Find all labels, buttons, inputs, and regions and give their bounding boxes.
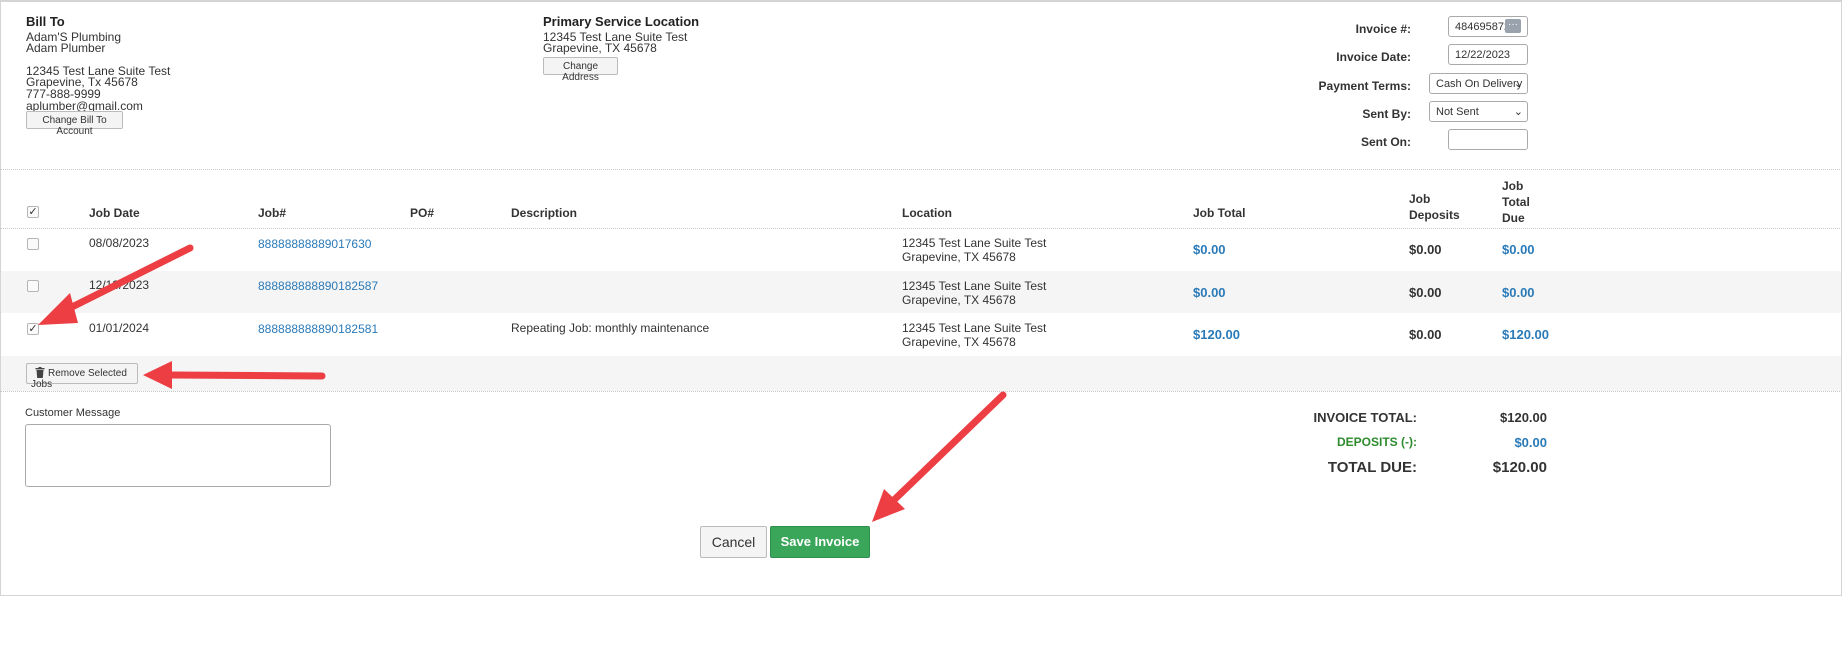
table-header-divider: [0, 228, 1842, 229]
col-job-deposits-line2: Deposits: [1409, 208, 1460, 222]
col-job-date: Job Date: [89, 206, 140, 220]
row-location-line2: Grapevine, TX 45678: [902, 250, 1016, 264]
customer-message-label: Customer Message: [25, 407, 121, 419]
change-bill-to-button[interactable]: Change Bill To Account: [26, 111, 123, 137]
row-checkbox[interactable]: [27, 238, 39, 250]
row-job-deposits: $0.00: [1409, 285, 1442, 300]
invoice-total-value: $120.00: [1500, 410, 1547, 425]
total-due-label: TOTAL DUE:: [1327, 459, 1417, 476]
sent-on-input[interactable]: [1448, 129, 1528, 150]
row-location-line2: Grapevine, TX 45678: [902, 335, 1016, 349]
row-job-total[interactable]: $120.00: [1193, 327, 1240, 342]
col-job-total-due: Job Total Due: [1502, 178, 1530, 226]
deposits-value[interactable]: $0.00: [1440, 435, 1547, 450]
deposits-label: DEPOSITS (-):: [1337, 435, 1417, 449]
col-description: Description: [511, 206, 578, 220]
row-location-line1: 12345 Test Lane Suite Test: [902, 236, 1047, 250]
customer-message-input[interactable]: [25, 424, 331, 487]
trash-icon: [35, 367, 45, 378]
row-job-link[interactable]: 88888888889017630: [258, 237, 371, 251]
section-divider: [0, 169, 1842, 170]
row-job-total[interactable]: $0.00: [1193, 242, 1226, 257]
table-footer-background: [1, 356, 1841, 391]
row-job-date: 12/13/2023: [89, 278, 150, 292]
total-due-value: $120.00: [1492, 459, 1547, 476]
sent-by-label: Sent By:: [1362, 107, 1411, 121]
row-job-deposits: $0.00: [1409, 327, 1442, 342]
row-location-line1: 12345 Test Lane Suite Test: [902, 279, 1047, 293]
row-job-total[interactable]: $0.00: [1193, 285, 1226, 300]
row-job-total-due[interactable]: $0.00: [1502, 285, 1535, 300]
col-location: Location: [902, 206, 952, 220]
col-job-deposits: Job Deposits: [1409, 191, 1460, 223]
row-checkbox[interactable]: ✓: [27, 323, 39, 335]
sent-by-value: Not Sent: [1436, 106, 1479, 118]
invoice-number-input[interactable]: 4846958725 ···: [1448, 16, 1528, 37]
change-address-button[interactable]: Change Address: [543, 57, 618, 83]
chevron-down-icon: ⌄: [1513, 78, 1523, 90]
row-job-date: 08/08/2023: [89, 236, 150, 250]
col-job-deposits-line1: Job: [1409, 192, 1431, 206]
row-checkbox[interactable]: [27, 280, 39, 292]
invoice-date-label: Invoice Date:: [1336, 50, 1411, 64]
row-description: Repeating Job: monthly maintenance: [511, 321, 710, 335]
more-icon[interactable]: ···: [1505, 19, 1521, 33]
service-location-address2: Grapevine, TX 45678: [543, 41, 657, 55]
payment-terms-label: Payment Terms:: [1318, 79, 1411, 93]
invoice-number-label: Invoice #:: [1355, 22, 1411, 36]
row-job-total-due[interactable]: $0.00: [1502, 242, 1535, 257]
invoice-total-label: INVOICE TOTAL:: [1313, 410, 1417, 425]
row-location-line1: 12345 Test Lane Suite Test: [902, 321, 1047, 335]
col-job-total: Job Total: [1193, 206, 1246, 220]
row-job-total-due[interactable]: $120.00: [1502, 327, 1549, 342]
cancel-button[interactable]: Cancel: [700, 526, 767, 558]
col-job-total-due-line2: Total: [1502, 195, 1530, 209]
payment-terms-value: Cash On Delivery: [1436, 78, 1523, 90]
table-bottom-divider: [0, 391, 1842, 392]
col-job-total-due-line1: Job: [1502, 179, 1524, 193]
save-invoice-button[interactable]: Save Invoice: [770, 526, 870, 558]
remove-selected-jobs-button[interactable]: Remove Selected Jobs: [26, 363, 138, 390]
sent-on-label: Sent On:: [1361, 135, 1411, 149]
payment-terms-select[interactable]: Cash On Delivery ⌄: [1429, 73, 1528, 94]
bill-to-contact: Adam Plumber: [26, 41, 106, 55]
row-job-link[interactable]: 888888888890182581: [258, 322, 378, 336]
col-job-total-due-line3: Due: [1502, 211, 1525, 225]
col-po-number: PO#: [410, 206, 435, 220]
row-job-link[interactable]: 888888888890182587: [258, 279, 378, 293]
sent-by-select[interactable]: Not Sent ⌄: [1429, 101, 1528, 122]
invoice-date-input[interactable]: 12/22/2023: [1448, 44, 1528, 65]
bill-to-heading: Bill To: [26, 14, 65, 29]
service-location-heading: Primary Service Location: [543, 14, 700, 29]
row-location-line2: Grapevine, TX 45678: [902, 293, 1016, 307]
select-all-checkbox[interactable]: ✓: [27, 206, 39, 218]
row-job-deposits: $0.00: [1409, 242, 1442, 257]
chevron-down-icon: ⌄: [1513, 106, 1523, 118]
col-job-number: Job#: [258, 206, 287, 220]
row-job-date: 01/01/2024: [89, 321, 150, 335]
